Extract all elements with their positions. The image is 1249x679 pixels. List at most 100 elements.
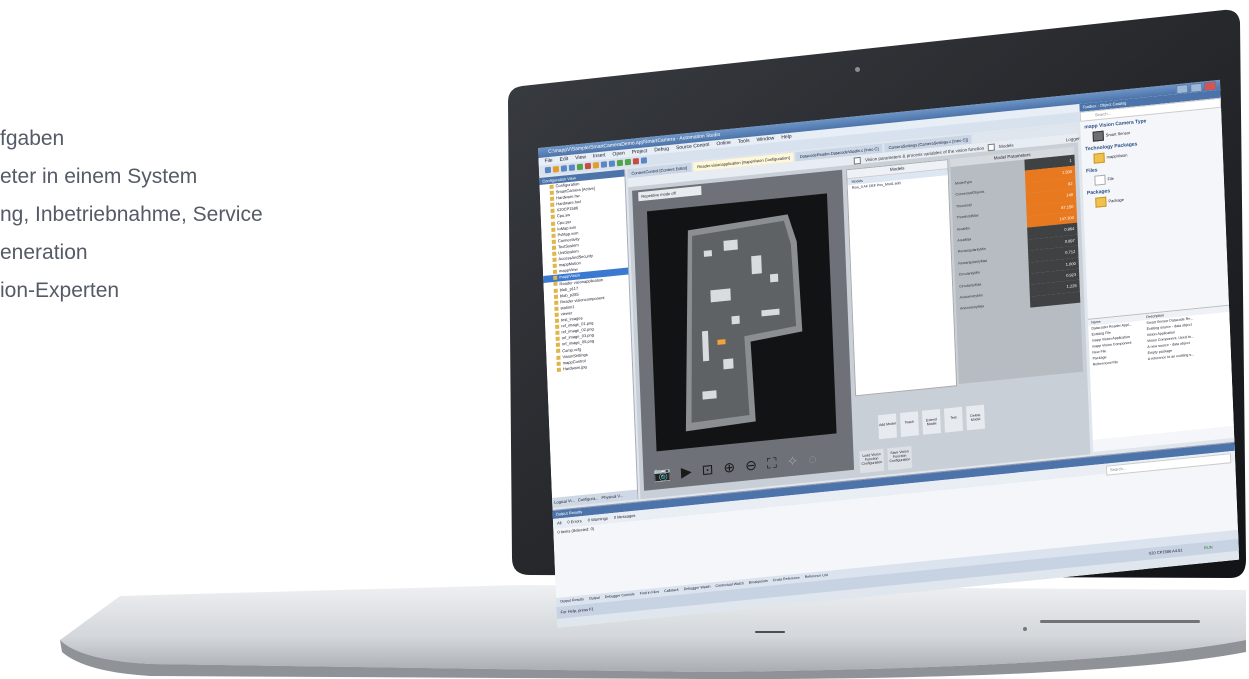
menu-help[interactable]: Help (781, 133, 792, 142)
add-model-button[interactable]: Add Model (878, 413, 897, 440)
tree-node-icon (552, 257, 557, 263)
item-label: File (1107, 175, 1115, 182)
camera-device-icon (1092, 130, 1104, 142)
menu-debug[interactable]: Debug (654, 145, 669, 154)
tree-node-icon (555, 336, 560, 342)
menu-open[interactable]: Open (612, 149, 625, 158)
status-run: RUN (1203, 544, 1213, 551)
menu-file[interactable]: File (544, 157, 552, 166)
camera-icon[interactable]: 📷 (653, 465, 671, 483)
tree-node-icon (556, 361, 561, 366)
extend-model-button[interactable]: Extend Model (922, 409, 941, 435)
tree-node-icon (555, 330, 560, 336)
status-target: X20 CP1586 A4.51 (1148, 547, 1183, 556)
paste-icon[interactable] (608, 160, 616, 167)
tree-node-icon (551, 239, 556, 244)
webcam (855, 67, 860, 72)
undo-icon[interactable] (616, 159, 624, 167)
tree-node-icon (551, 233, 556, 238)
tree-node-icon (550, 215, 555, 220)
logger-button[interactable]: Logger (1066, 134, 1080, 145)
menu-insert[interactable]: Insert (593, 151, 606, 160)
config-buttons: Load Vision Function Configuration Save … (859, 446, 913, 474)
feature-item: eter in einem System (0, 165, 198, 188)
configuration-view-panel: Configuration View Configuration SmartCam… (539, 169, 639, 508)
toolbox-panel: Toolbox - Object Catalog Search... mapp … (1079, 89, 1238, 464)
model-parameters-table: Model Parameters 1 ModelType 1.500 Connecte… (950, 146, 1084, 384)
redo-icon[interactable] (624, 158, 632, 166)
filter-messages[interactable]: 0 Messages (614, 511, 636, 523)
zoom-out-icon[interactable]: ⊖ (745, 456, 757, 473)
fit-icon[interactable]: ⊡ (701, 461, 713, 478)
file-icon (1094, 174, 1106, 186)
teach-button[interactable]: Teach (900, 411, 919, 437)
tree-node-icon (556, 349, 561, 354)
tree-node-icon (553, 288, 558, 293)
tree-node-icon (554, 318, 560, 323)
new-icon[interactable] (544, 166, 552, 174)
filter-all[interactable]: All (557, 518, 562, 528)
menu-edit[interactable]: Edit (559, 155, 569, 164)
tree-node-icon (553, 294, 559, 299)
lasso-icon[interactable]: ◌ (808, 450, 817, 467)
roi-icon[interactable]: ⛶ (767, 454, 777, 471)
load-config-button[interactable]: Load Vision Function Configuration (859, 448, 885, 474)
mapp-icon (1093, 152, 1105, 164)
repetitive-mode-dropdown[interactable]: Repetitive mode off (638, 185, 702, 202)
laptop-screen: C:\mappV\Sample\SmartCameraDemo.apj/Smar… (538, 79, 1240, 629)
build-icon[interactable] (576, 163, 584, 171)
tab-logical-view[interactable]: Logical Vi... (554, 496, 575, 508)
image-panel: Repetitive mode off 📷 ▶ ⊡ ⊕ ⊖ ⛶ ✧ ◌ (632, 169, 855, 491)
play-icon[interactable]: ▶ (681, 463, 692, 480)
models-checkbox[interactable] (987, 143, 995, 152)
tree-item-label: Hardware.jpg (562, 363, 587, 372)
tree-node-icon (550, 196, 555, 202)
tree-node-icon (553, 282, 558, 287)
feature-item: fgaben (0, 127, 65, 150)
models-list: Models Models Row_0 AF DEF Pos_Mod1 add (846, 159, 958, 397)
item-label: Smart Sensor (1105, 130, 1131, 138)
tab-physical-view[interactable]: Physical V... (601, 491, 623, 503)
tree-node-icon (550, 208, 555, 214)
tree-node-icon (555, 342, 561, 348)
delete-model-button[interactable]: Delete Model (966, 404, 985, 431)
zoom-in-icon[interactable]: ⊕ (723, 459, 735, 476)
feature-item: ion-Experten (0, 279, 120, 302)
models-checkbox-label: Models (998, 142, 1014, 150)
tree-node-icon (551, 227, 556, 232)
pcb-image (685, 214, 803, 432)
test-button[interactable]: Test (944, 406, 963, 433)
save-all-icon[interactable] (568, 164, 576, 171)
menu-project[interactable]: Project (632, 147, 648, 157)
tree-node-icon (552, 251, 557, 256)
tree-node-icon (554, 306, 559, 311)
tab-configuration-view[interactable]: Configura... (578, 493, 599, 505)
save-config-button[interactable]: Save Vision Function Configuration (887, 446, 913, 471)
filter-warnings[interactable]: 0 Warnings (588, 514, 608, 526)
open-icon[interactable] (552, 166, 560, 173)
cut-icon[interactable] (592, 162, 600, 169)
configuration-tree: Configuration SmartCamera [Active] Hardwar… (539, 177, 632, 374)
transfer-icon[interactable] (584, 162, 592, 170)
tree-node-icon (549, 190, 554, 196)
vision-params-checkbox[interactable] (853, 157, 861, 165)
model-action-buttons: Add Model Teach Extend Model Test Delete… (878, 404, 985, 440)
wand-icon[interactable]: ✧ (786, 452, 798, 469)
find-icon[interactable] (640, 157, 648, 164)
tree-node-icon (555, 324, 560, 330)
editor-area: ContentControl [Content Editor] Reader.v… (627, 124, 1091, 500)
catalog-description-table: Name Description Datacoder Reader Appl..… (1088, 304, 1234, 440)
feature-list: fgaben eter in einem System ng, Inbetrie… (0, 120, 420, 310)
save-icon[interactable] (560, 165, 568, 172)
tree-node-icon (552, 263, 557, 269)
camera-image[interactable] (646, 193, 837, 452)
status-help: For Help, press F1 (560, 606, 594, 615)
menu-tools[interactable]: Tools (738, 137, 750, 146)
param-key: AnisometryMax (960, 304, 985, 311)
menu-online[interactable]: Online (716, 139, 731, 148)
tree-node-icon (556, 367, 561, 372)
tree-node-icon (554, 312, 559, 317)
menu-view[interactable]: View (575, 153, 586, 162)
copy-icon[interactable] (600, 161, 608, 168)
stop-icon[interactable] (632, 158, 640, 165)
